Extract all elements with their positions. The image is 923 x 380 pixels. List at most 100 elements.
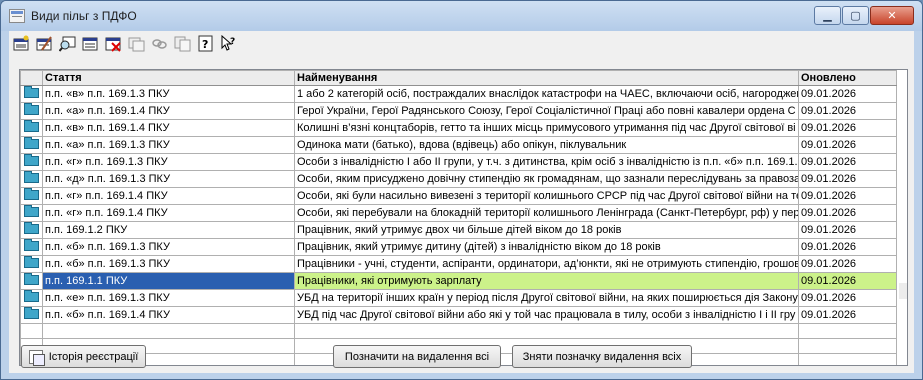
name-cell[interactable]: Особи з інвалідністю I або II групи, у т…: [294, 153, 799, 171]
maximize-button[interactable]: ▢: [842, 6, 869, 25]
table-row[interactable]: п.п. «а» п.п. 169.1.4 ПКУ Герої України, …: [20, 102, 897, 120]
article-cell[interactable]: п.п. «г» п.п. 169.1.3 ПКУ: [42, 153, 295, 171]
article-cell[interactable]: п.п. «г» п.п. 169.1.4 ПКУ: [42, 204, 295, 222]
article-cell[interactable]: п.п. «а» п.п. 169.1.4 ПКУ: [42, 102, 295, 120]
article-cell[interactable]: п.п. «в» п.п. 169.1.3 ПКУ: [42, 85, 295, 103]
name-cell[interactable]: 1 або 2 категорій осіб, постраждалих вна…: [294, 85, 799, 103]
unmark-all-delete-button[interactable]: Зняти позначку видалення всіх: [512, 345, 692, 368]
column-header-updated[interactable]: Оновлено: [798, 70, 897, 86]
article-cell[interactable]: п.п. «д» п.п. 169.1.3 ПКУ: [42, 170, 295, 188]
updated-cell[interactable]: 09.01.2026: [798, 102, 897, 120]
article-cell[interactable]: п.п. 169.1.2 ПКУ: [42, 221, 295, 239]
view-record-button[interactable]: [82, 35, 99, 52]
svg-text:?: ?: [202, 38, 208, 51]
updated-cell[interactable]: 09.01.2026: [798, 238, 897, 256]
updated-cell[interactable]: 09.01.2026: [798, 119, 897, 137]
table-row[interactable]: п.п. 169.1.1 ПКУ Працівники, які отримуют…: [20, 272, 897, 290]
updated-cell[interactable]: 09.01.2026: [798, 289, 897, 307]
row-folder-cell[interactable]: [20, 102, 43, 120]
name-cell[interactable]: Працівник, який утримує двох чи більше д…: [294, 221, 799, 239]
edit-record-button[interactable]: [36, 35, 53, 52]
folder-icon: [24, 137, 39, 149]
row-folder-cell[interactable]: [20, 306, 43, 324]
row-folder-cell[interactable]: [20, 255, 43, 273]
name-cell[interactable]: Працівники - учні, студенти, аспіранти, …: [294, 255, 799, 273]
article-cell[interactable]: п.п. «а» п.п. 169.1.3 ПКУ: [42, 136, 295, 154]
copy-icon: [174, 36, 191, 52]
table-row[interactable]: п.п. «б» п.п. 169.1.3 ПКУ Працівники - уч…: [20, 255, 897, 273]
table-row[interactable]: п.п. «а» п.п. 169.1.3 ПКУ Одинока мати (б…: [20, 136, 897, 154]
history-button[interactable]: Історія реєстрації: [21, 345, 146, 368]
name-cell[interactable]: Працівники, які отримують зарплату: [294, 272, 799, 290]
copy-button[interactable]: [174, 35, 191, 52]
updated-cell[interactable]: 09.01.2026: [798, 85, 897, 103]
article-cell[interactable]: п.п. «б» п.п. 169.1.3 ПКУ: [42, 238, 295, 256]
name-cell[interactable]: Герої України, Герої Радянського Союзу, …: [294, 102, 799, 120]
empty-table-row[interactable]: [20, 323, 897, 339]
folder-icon: [24, 290, 39, 302]
table-row[interactable]: п.п. «г» п.п. 169.1.3 ПКУ Особи з інвалід…: [20, 153, 897, 171]
name-cell[interactable]: Особи, які перебували на блокадній терит…: [294, 204, 799, 222]
updated-cell[interactable]: 09.01.2026: [798, 204, 897, 222]
updated-cell[interactable]: 09.01.2026: [798, 136, 897, 154]
copy-record-button[interactable]: [128, 35, 145, 52]
article-cell[interactable]: п.п. «б» п.п. 169.1.3 ПКУ: [42, 255, 295, 273]
table-row[interactable]: п.п. «г» п.п. 169.1.4 ПКУ Особи, які пере…: [20, 204, 897, 222]
article-cell[interactable]: п.п. «е» п.п. 169.1.3 ПКУ: [42, 289, 295, 307]
updated-cell[interactable]: 09.01.2026: [798, 221, 897, 239]
table-row[interactable]: п.п. «е» п.п. 169.1.3 ПКУ УБД на територі…: [20, 289, 897, 307]
row-folder-cell[interactable]: [20, 153, 43, 171]
name-cell[interactable]: Колишні в’язні концтаборів, гетто та інш…: [294, 119, 799, 137]
table-row[interactable]: п.п. «г» п.п. 169.1.4 ПКУ Особи, які були…: [20, 187, 897, 205]
find-button[interactable]: [59, 35, 76, 52]
row-folder-cell[interactable]: [20, 238, 43, 256]
row-folder-cell[interactable]: [20, 289, 43, 307]
link-button[interactable]: [151, 35, 168, 52]
table-row[interactable]: п.п. «б» п.п. 169.1.3 ПКУ Працівник, який…: [20, 238, 897, 256]
name-cell[interactable]: Особи, які були насильно вивезені з тери…: [294, 187, 799, 205]
row-folder-cell[interactable]: [20, 85, 43, 103]
minimize-button[interactable]: ▁: [814, 6, 841, 25]
updated-cell[interactable]: 09.01.2026: [798, 170, 897, 188]
add-record-button[interactable]: [13, 35, 30, 52]
row-folder-cell[interactable]: [20, 204, 43, 222]
row-folder-cell[interactable]: [20, 221, 43, 239]
close-button[interactable]: ✕: [870, 6, 914, 25]
article-cell[interactable]: п.п. «в» п.п. 169.1.4 ПКУ: [42, 119, 295, 137]
name-cell[interactable]: Одинока мати (батько), вдова (вдівець) а…: [294, 136, 799, 154]
help-button[interactable]: ?: [197, 35, 214, 52]
updated-cell[interactable]: 09.01.2026: [798, 187, 897, 205]
updated-cell[interactable]: 09.01.2026: [798, 306, 897, 324]
name-cell[interactable]: Працівник, який утримує дитину (дітей) з…: [294, 238, 799, 256]
updated-cell[interactable]: 09.01.2026: [798, 272, 897, 290]
updated-cell[interactable]: 09.01.2026: [798, 153, 897, 171]
scroll-indicator[interactable]: [899, 283, 907, 299]
name-cell[interactable]: УБД під час Другої світової війни або як…: [294, 306, 799, 324]
table-row[interactable]: п.п. «в» п.п. 169.1.3 ПКУ 1 або 2 категор…: [20, 85, 897, 103]
article-cell[interactable]: п.п. «б» п.п. 169.1.4 ПКУ: [42, 306, 295, 324]
row-folder-cell[interactable]: [20, 170, 43, 188]
table-row[interactable]: п.п. «б» п.п. 169.1.4 ПКУ УБД під час Дру…: [20, 306, 897, 324]
row-folder-cell[interactable]: [20, 272, 43, 290]
delete-record-button[interactable]: [105, 35, 122, 52]
row-folder-cell[interactable]: [20, 136, 43, 154]
mark-all-delete-button[interactable]: Позначити на видалення всі: [333, 345, 501, 368]
unmark-all-delete-label: Зняти позначку видалення всіх: [522, 350, 682, 363]
row-folder-cell[interactable]: [20, 187, 43, 205]
table-row[interactable]: п.п. «в» п.п. 169.1.4 ПКУ Колишні в’язні …: [20, 119, 897, 137]
article-cell[interactable]: п.п. 169.1.1 ПКУ: [42, 272, 295, 290]
row-folder-cell[interactable]: [20, 119, 43, 137]
article-cell[interactable]: п.п. «г» п.п. 169.1.4 ПКУ: [42, 187, 295, 205]
folder-icon: [24, 222, 39, 234]
column-header-name[interactable]: Найменування: [294, 70, 799, 86]
pointer-help-button[interactable]: ?: [220, 35, 237, 52]
name-cell[interactable]: Особи, яким присуджено довічну стипендію…: [294, 170, 799, 188]
window-controls: ▁ ▢ ✕: [813, 6, 914, 25]
name-cell[interactable]: УБД на території інших країн у період пі…: [294, 289, 799, 307]
updated-cell[interactable]: 09.01.2026: [798, 255, 897, 273]
column-header-article[interactable]: Стаття: [42, 70, 295, 86]
title-bar[interactable]: Види пільг з ПДФО ▁ ▢ ✕: [1, 1, 922, 31]
table-row[interactable]: п.п. 169.1.2 ПКУ Працівник, який утримує …: [20, 221, 897, 239]
table-row[interactable]: п.п. «д» п.п. 169.1.3 ПКУ Особи, яким при…: [20, 170, 897, 188]
column-header-icon[interactable]: [20, 70, 43, 86]
